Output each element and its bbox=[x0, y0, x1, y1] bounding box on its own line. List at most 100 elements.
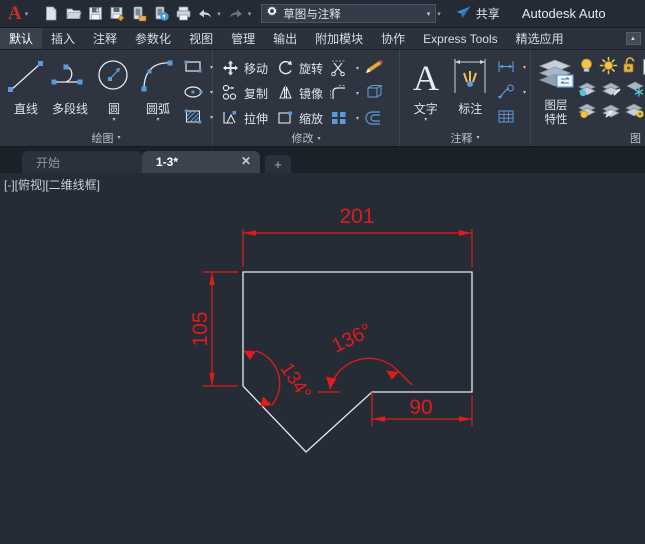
tool-circle[interactable]: 圆 ▾ bbox=[92, 53, 136, 123]
ribbon-tab-insert[interactable]: 插入 bbox=[42, 28, 84, 49]
tool-stretch[interactable]: 拉伸 bbox=[217, 106, 268, 130]
print-icon[interactable] bbox=[172, 3, 194, 25]
tool-hatch[interactable]: ▾ bbox=[180, 105, 213, 129]
close-icon[interactable]: ✕ bbox=[241, 155, 251, 168]
tool-text-label: 文字 bbox=[413, 102, 438, 116]
tool-trim-caret-icon[interactable]: ▾ bbox=[356, 65, 359, 72]
redo-dropdown-caret-icon[interactable]: ▾ bbox=[247, 10, 256, 18]
panel-draw-caret-icon[interactable]: ▾ bbox=[117, 134, 120, 141]
redo-icon[interactable] bbox=[225, 3, 247, 25]
dimension-angle-136 bbox=[318, 357, 413, 393]
drawing-canvas[interactable]: [-][俯视][二维线框] 201 105 134° 136° 90 bbox=[0, 173, 645, 544]
panel-layers-title[interactable]: 图 bbox=[531, 129, 645, 146]
tool-move[interactable]: 移动 bbox=[217, 56, 268, 80]
autocad-logo-icon[interactable]: A bbox=[4, 4, 24, 23]
tool-leader-caret-icon[interactable]: ▾ bbox=[523, 89, 526, 96]
workspace-caret-icon[interactable]: ▾ bbox=[427, 10, 431, 18]
tool-rotate[interactable]: 旋转 bbox=[272, 56, 323, 80]
title-bar: A ▾ ▾ ▾ 草图与注释 ▾ ▾ 共享 Autodesk Auto bbox=[0, 0, 645, 28]
ribbon-tab-featured-apps[interactable]: 精选应用 bbox=[507, 28, 573, 49]
share-label: 共享 bbox=[475, 7, 500, 21]
ribbon-tab-express-tools[interactable]: Express Tools bbox=[414, 28, 506, 49]
panel-draw: 直线 多段线 圆 ▾ 圆弧 ▾ ▾ ▾ ▾ 绘图 ▾ bbox=[0, 50, 213, 146]
tool-erase[interactable] bbox=[361, 56, 387, 80]
undo-icon[interactable] bbox=[194, 3, 216, 25]
dimension-bottom-90-label: 90 bbox=[409, 396, 432, 419]
tool-array[interactable]: ▾ bbox=[326, 106, 359, 130]
shape-outline bbox=[242, 271, 473, 453]
new-tab-button[interactable]: + bbox=[265, 155, 291, 173]
share-button[interactable]: 共享 bbox=[455, 5, 500, 23]
tool-linear-dim-caret-icon[interactable]: ▾ bbox=[523, 64, 526, 71]
tool-array-caret-icon[interactable]: ▾ bbox=[356, 115, 359, 122]
tool-dimension[interactable]: 标注 bbox=[448, 53, 493, 117]
tool-scale[interactable]: 缩放 bbox=[272, 106, 323, 130]
ribbon-tab-collaborate[interactable]: 协作 bbox=[372, 28, 414, 49]
panel-annotation-title[interactable]: 注释 ▾ bbox=[400, 129, 530, 146]
tool-rotate-label: 旋转 bbox=[299, 61, 324, 76]
tool-copy[interactable]: 复制 bbox=[217, 81, 268, 105]
ribbon-tab-default[interactable]: 默认 bbox=[0, 28, 43, 49]
dimension-left-105-label: 105 bbox=[189, 311, 212, 346]
dimension-top-201 bbox=[242, 229, 473, 267]
tool-text-dropdown-caret-icon[interactable]: ▾ bbox=[424, 117, 427, 123]
layer-off-icon[interactable] bbox=[577, 102, 598, 122]
tool-move-label: 移动 bbox=[244, 61, 269, 76]
tool-offset[interactable] bbox=[361, 106, 387, 130]
undo-dropdown-caret-icon[interactable]: ▾ bbox=[216, 10, 225, 18]
layer-change-icon[interactable] bbox=[601, 102, 622, 122]
tool-mirror-label: 镜像 bbox=[299, 86, 324, 101]
workspace-selector[interactable]: 草图与注释 ▾ bbox=[261, 4, 437, 23]
new-file-icon[interactable] bbox=[40, 3, 62, 25]
save-icon[interactable] bbox=[84, 3, 106, 25]
layer-unlock-icon[interactable] bbox=[621, 56, 640, 78]
tool-circle-dropdown-caret-icon[interactable]: ▾ bbox=[112, 117, 115, 123]
tool-explode[interactable] bbox=[361, 81, 387, 105]
panel-draw-title[interactable]: 绘图 ▾ bbox=[0, 129, 212, 146]
ribbon-tab-parametric[interactable]: 参数化 bbox=[126, 28, 180, 49]
stretch-icon bbox=[217, 109, 243, 127]
tool-fillet[interactable]: ▾ bbox=[326, 81, 359, 105]
layer-isolate-icon[interactable] bbox=[577, 80, 598, 100]
ribbon-tab-addins[interactable]: 附加模块 bbox=[306, 28, 372, 49]
panel-annotation-caret-icon[interactable]: ▾ bbox=[476, 134, 479, 141]
svg-text:A: A bbox=[413, 58, 439, 97]
tool-mirror[interactable]: 镜像 bbox=[272, 81, 323, 105]
layer-state-icon[interactable] bbox=[625, 102, 645, 122]
document-tab-start[interactable]: 开始 bbox=[22, 151, 142, 173]
ribbon-minimize-button[interactable]: ▲ bbox=[623, 28, 643, 49]
tool-table[interactable] bbox=[493, 105, 526, 129]
tool-trim[interactable]: ▾ bbox=[326, 56, 359, 80]
tool-arc-dropdown-caret-icon[interactable]: ▾ bbox=[156, 117, 159, 123]
copy-icon bbox=[217, 84, 243, 102]
save-as-icon[interactable] bbox=[106, 3, 128, 25]
tool-text[interactable]: A 文字 ▾ bbox=[404, 53, 448, 123]
tool-arc[interactable]: 圆弧 ▾ bbox=[136, 53, 180, 123]
modify-col-4 bbox=[361, 54, 387, 130]
logo-dropdown-caret-icon[interactable]: ▾ bbox=[24, 10, 33, 18]
layer-freeze-icon[interactable] bbox=[625, 80, 645, 100]
open-folder-icon[interactable] bbox=[62, 3, 84, 25]
ribbon-tab-manage[interactable]: 管理 bbox=[222, 28, 264, 49]
document-tab-drawing[interactable]: 1-3* ✕ bbox=[142, 151, 260, 173]
panel-modify-title[interactable]: 修改 ▾ bbox=[213, 130, 399, 146]
ribbon-tab-annotate[interactable]: 注释 bbox=[84, 28, 126, 49]
ribbon-tab-output[interactable]: 输出 bbox=[264, 28, 306, 49]
tool-linear-dimension[interactable]: ▾ bbox=[493, 55, 526, 79]
layer-on-bulb-icon[interactable] bbox=[577, 56, 596, 78]
ribbon-tab-view[interactable]: 视图 bbox=[180, 28, 222, 49]
tool-leader[interactable]: ▾ bbox=[493, 80, 526, 104]
tool-rectangle[interactable]: ▾ bbox=[180, 55, 213, 79]
tool-fillet-caret-icon[interactable]: ▾ bbox=[356, 90, 359, 97]
layer-freeze-sun-icon[interactable] bbox=[599, 56, 618, 78]
layer-match-icon[interactable] bbox=[601, 80, 622, 100]
workspace-list-caret-icon[interactable]: ▾ bbox=[436, 10, 445, 18]
tool-layer-properties[interactable]: 图层 特性 bbox=[535, 53, 577, 127]
tool-line[interactable]: 直线 bbox=[4, 53, 48, 117]
application-title: Autodesk Auto bbox=[521, 6, 606, 21]
cloud-save-icon[interactable] bbox=[150, 3, 172, 25]
tool-ellipse[interactable]: ▾ bbox=[180, 80, 213, 104]
tool-polyline[interactable]: 多段线 bbox=[48, 53, 92, 117]
panel-modify-caret-icon[interactable]: ▾ bbox=[317, 135, 320, 142]
cloud-open-icon[interactable] bbox=[128, 3, 150, 25]
